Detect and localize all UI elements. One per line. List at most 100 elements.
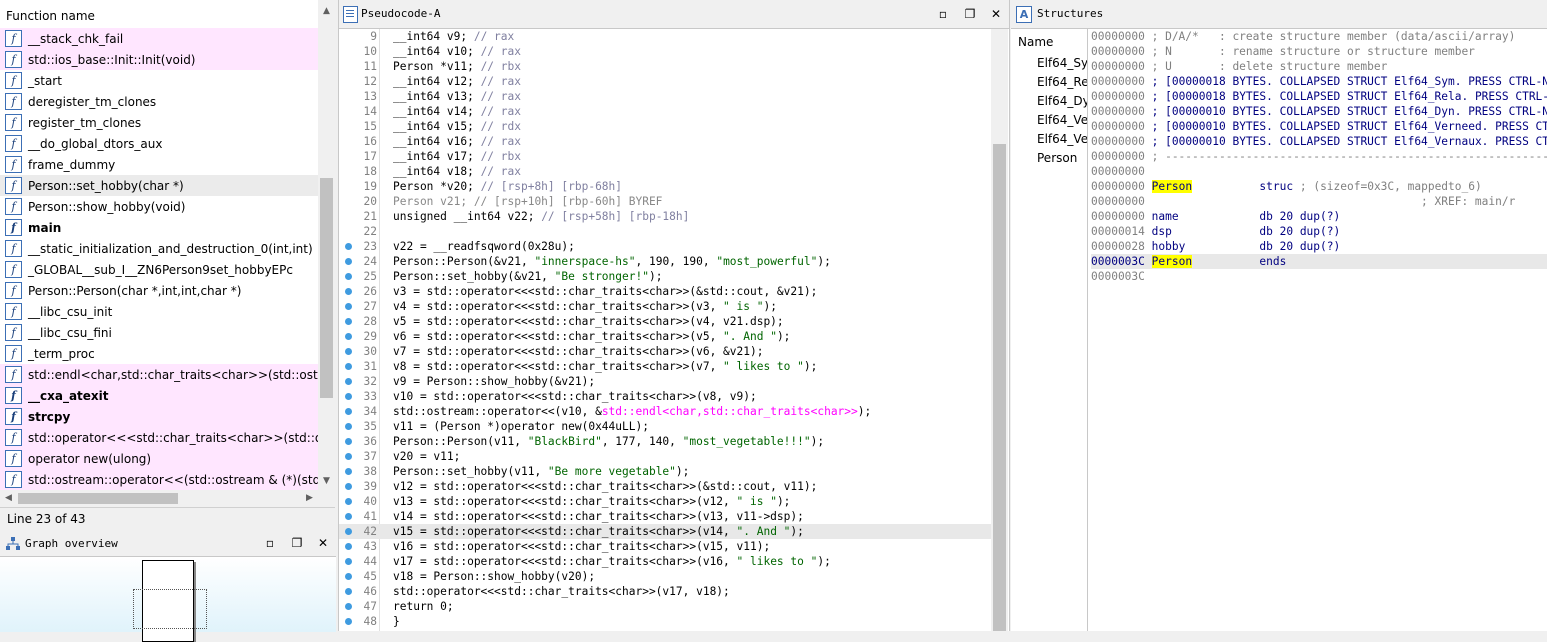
structure-line[interactable]: 00000000 Person struc ; (sizeof=0x3C, ma… (1091, 179, 1547, 194)
structure-name-item[interactable]: Elf64_Sym (1037, 56, 1087, 70)
breakpoint-dot-icon[interactable] (345, 348, 352, 355)
breakpoint-dot-icon[interactable] (345, 588, 352, 595)
code-line[interactable]: 18 __int64 v18; // rax (339, 164, 991, 179)
breakpoint-dot-icon[interactable] (345, 468, 352, 475)
code-line[interactable]: 40 v13 = std::operator<<<std::char_traits… (339, 494, 991, 509)
code-line[interactable]: 13 __int64 v13; // rax (339, 89, 991, 104)
function-item[interactable]: f Person::show_hobby(void) (0, 196, 318, 217)
breakpoint-dot-icon[interactable] (345, 318, 352, 325)
breakpoint-dot-icon[interactable] (345, 543, 352, 550)
structures-titlebar[interactable]: A Structures (1011, 0, 1547, 29)
code-line[interactable]: 47 return 0; (339, 599, 991, 614)
structure-line[interactable]: 00000014 dsp db 20 dup(?) (1091, 224, 1547, 239)
code-line[interactable]: 21 unsigned __int64 v22; // [rsp+58h] [rb… (339, 209, 991, 224)
breakpoint-dot-icon[interactable] (345, 333, 352, 340)
scroll-left-arrow-icon[interactable]: ◀ (0, 490, 17, 507)
function-item[interactable]: f std::endl<char,std::char_traits<char>>(… (0, 364, 318, 385)
breakpoint-dot-icon[interactable] (345, 528, 352, 535)
structure-line[interactable]: 00000000 ; [00000018 BYTES. COLLAPSED ST… (1091, 89, 1547, 104)
code-line[interactable]: 15 __int64 v15; // rdx (339, 119, 991, 134)
code-line[interactable]: 10 __int64 v10; // rax (339, 44, 991, 59)
structure-line[interactable]: 00000000 ; [00000018 BYTES. COLLAPSED ST… (1091, 74, 1547, 89)
code-line[interactable]: 28 v5 = std::operator<<<std::char_traits<… (339, 314, 991, 329)
breakpoint-dot-icon[interactable] (345, 558, 352, 565)
graph-viewport-rect[interactable] (133, 589, 207, 629)
code-line[interactable]: 44 v17 = std::operator<<<std::char_traits… (339, 554, 991, 569)
functions-vertical-scrollbar[interactable]: ▲ ▼ (318, 3, 335, 490)
function-item[interactable]: f __static_initialization_and_destruction… (0, 238, 318, 259)
function-item[interactable]: f __cxa_atexit (0, 385, 318, 406)
structure-line[interactable]: 00000000 ; D/A/* : create structure memb… (1091, 29, 1547, 44)
pseudocode-titlebar[interactable]: Pseudocode-A ▫ ❐ ✕ (339, 0, 1009, 29)
structures-name-list[interactable]: Name Elf64_Sym Elf64_Rela Elf64_Dyn Elf64_V… (1011, 29, 1088, 631)
restore-icon[interactable]: ❐ (963, 7, 977, 21)
breakpoint-dot-icon[interactable] (345, 303, 352, 310)
graph-overview-titlebar[interactable]: Graph overview ▫ ❐ ✕ (0, 532, 336, 556)
function-item[interactable]: f __libc_csu_fini (0, 322, 318, 343)
pseudocode-editor[interactable]: 9 __int64 v9; // rax 10 __int64 v10; // rax… (339, 29, 991, 631)
function-item[interactable]: f register_tm_clones (0, 112, 318, 133)
function-item[interactable]: f __do_global_dtors_aux (0, 133, 318, 154)
code-line[interactable]: 41 v14 = std::operator<<<std::char_traits… (339, 509, 991, 524)
structure-line[interactable]: 00000000 ; [00000010 BYTES. COLLAPSED ST… (1091, 119, 1547, 134)
functions-horizontal-scrollbar[interactable]: ◀ ▶ (0, 490, 318, 507)
code-line[interactable]: 12 __int64 v12; // rax (339, 74, 991, 89)
structure-line[interactable]: 00000000 ; N : rename structure or struc… (1091, 44, 1547, 59)
close-icon[interactable]: ✕ (989, 7, 1003, 21)
code-line[interactable]: 25 Person::set_hobby(&v21, "Be stronger!"… (339, 269, 991, 284)
function-item[interactable]: f strcpy (0, 406, 318, 427)
function-item[interactable]: f deregister_tm_clones (0, 91, 318, 112)
structure-name-item[interactable]: Elf64_Dyn (1037, 94, 1087, 108)
structure-name-item[interactable]: Person (1037, 151, 1077, 165)
breakpoint-dot-icon[interactable] (345, 573, 352, 580)
code-line[interactable]: 36 Person::Person(v11, "BlackBird", 177, … (339, 434, 991, 449)
breakpoint-dot-icon[interactable] (345, 393, 352, 400)
code-line[interactable]: 42 v15 = std::operator<<<std::char_traits… (339, 524, 991, 539)
code-line[interactable]: 29 v6 = std::operator<<<std::char_traits<… (339, 329, 991, 344)
code-line[interactable]: 26 v3 = std::operator<<<std::char_traits<… (339, 284, 991, 299)
code-line[interactable]: 20 Person v21; // [rsp+10h] [rbp-60h] BYR… (339, 194, 991, 209)
functions-column-header[interactable]: Function name (0, 0, 318, 29)
structures-view[interactable]: 00000000 ; D/A/* : create structure memb… (1091, 29, 1547, 631)
function-item[interactable]: f _term_proc (0, 343, 318, 364)
code-line[interactable]: 24 Person::Person(&v21, "innerspace-hs", … (339, 254, 991, 269)
scroll-down-arrow-icon[interactable]: ▼ (318, 473, 335, 490)
code-line[interactable]: 43 v16 = std::operator<<<std::char_traits… (339, 539, 991, 554)
breakpoint-dot-icon[interactable] (345, 258, 352, 265)
code-line[interactable]: 17 __int64 v17; // rbx (339, 149, 991, 164)
code-line[interactable]: 27 v4 = std::operator<<<std::char_traits<… (339, 299, 991, 314)
scroll-up-arrow-icon[interactable]: ▲ (318, 3, 335, 20)
structure-line[interactable]: 0000003C Person ends (1091, 254, 1547, 269)
functions-vscroll-thumb[interactable] (320, 178, 333, 398)
functions-hscroll-thumb[interactable] (18, 493, 178, 504)
code-line[interactable]: 48} (339, 614, 991, 629)
code-line[interactable]: 22 (339, 224, 991, 239)
structure-line[interactable]: 00000000 ; [00000010 BYTES. COLLAPSED ST… (1091, 134, 1547, 149)
function-item[interactable]: f _GLOBAL__sub_I__ZN6Person9set_hobbyEPc (0, 259, 318, 280)
code-line[interactable]: 16 __int64 v16; // rax (339, 134, 991, 149)
code-line[interactable]: 37 v20 = v11; (339, 449, 991, 464)
breakpoint-dot-icon[interactable] (345, 603, 352, 610)
structure-name-item[interactable]: Elf64_Vernaux (1037, 132, 1087, 146)
minimize-icon[interactable]: ▫ (936, 7, 950, 21)
breakpoint-dot-icon[interactable] (345, 498, 352, 505)
breakpoint-dot-icon[interactable] (345, 243, 352, 250)
function-item[interactable]: f main (0, 217, 318, 238)
function-item[interactable]: f Person::set_hobby(char *) (0, 175, 318, 196)
function-item[interactable]: f std::ostream::operator<<(std::ostream &… (0, 469, 318, 490)
code-line[interactable]: 33 v10 = std::operator<<<std::char_traits… (339, 389, 991, 404)
function-item[interactable]: f _start (0, 70, 318, 91)
code-line[interactable]: 31 v8 = std::operator<<<std::char_traits<… (339, 359, 991, 374)
function-item[interactable]: f __stack_chk_fail (0, 28, 318, 49)
graph-overview-canvas[interactable] (0, 556, 336, 642)
scroll-right-arrow-icon[interactable]: ▶ (301, 490, 318, 507)
code-line[interactable]: 11 Person *v11; // rbx (339, 59, 991, 74)
structure-line[interactable]: 0000003C (1091, 269, 1547, 284)
functions-list[interactable]: f __stack_chk_fail f std::ios_base::Init::I… (0, 28, 318, 490)
structure-name-item[interactable]: Elf64_Verneed (1037, 113, 1087, 127)
breakpoint-dot-icon[interactable] (345, 288, 352, 295)
structure-line[interactable]: 00000000 ; U : delete structure member (1091, 59, 1547, 74)
breakpoint-dot-icon[interactable] (345, 483, 352, 490)
breakpoint-dot-icon[interactable] (345, 453, 352, 460)
breakpoint-dot-icon[interactable] (345, 408, 352, 415)
